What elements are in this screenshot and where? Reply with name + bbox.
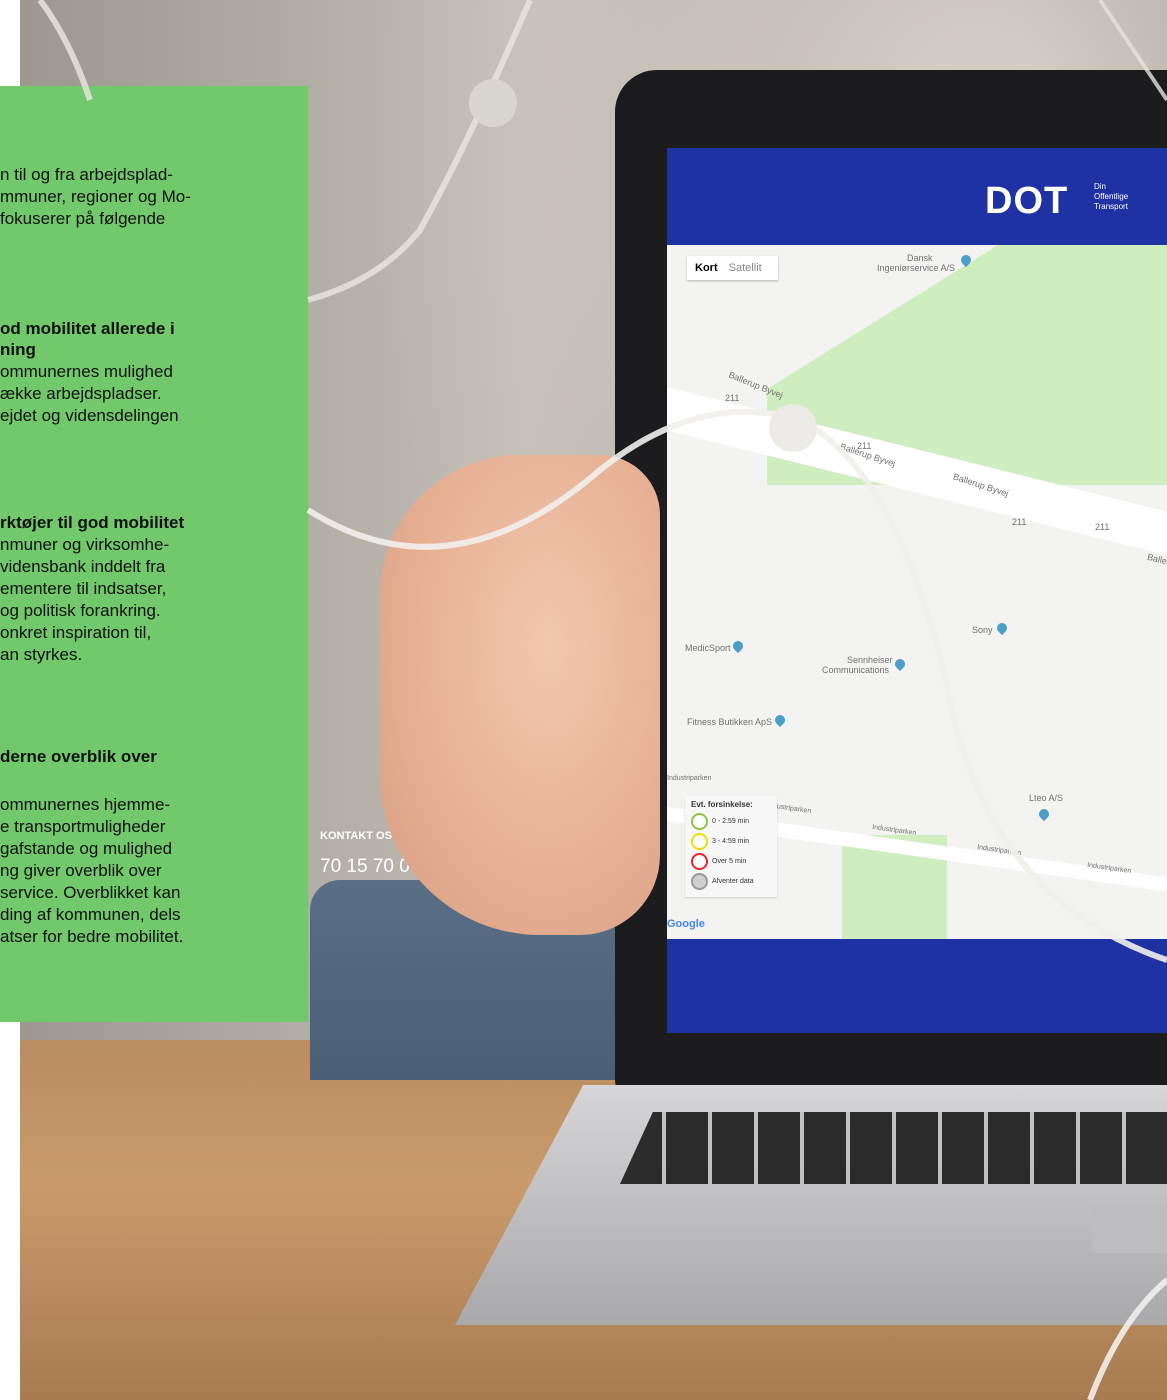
decorative-dot-icon [769, 404, 817, 452]
decorative-dot-icon [469, 79, 517, 127]
decorative-curves [37, 0, 1167, 1400]
